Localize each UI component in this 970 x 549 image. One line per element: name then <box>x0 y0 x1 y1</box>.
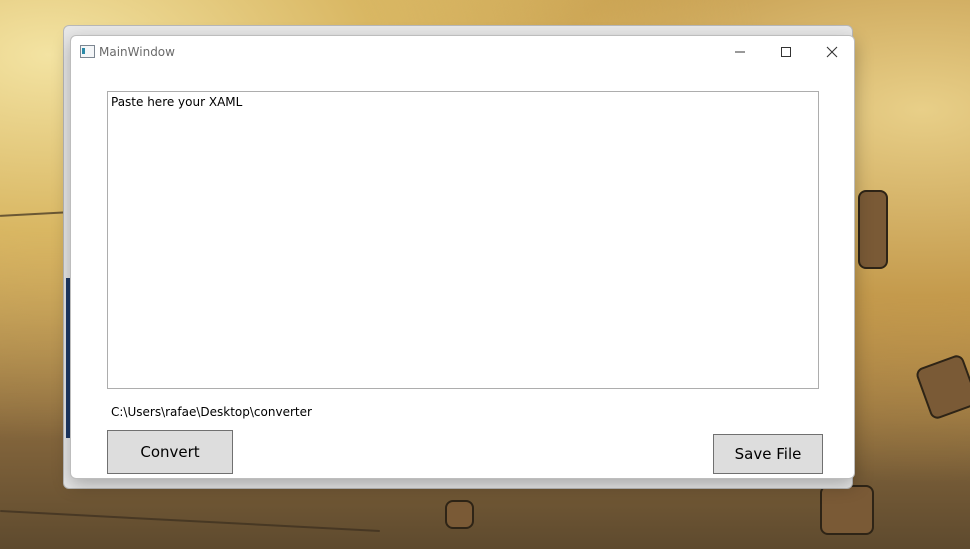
title-bar[interactable]: MainWindow <box>71 36 854 68</box>
output-path-label: C:\Users\rafae\Desktop\converter <box>111 405 312 419</box>
background-rock-bottom <box>820 485 874 535</box>
main-window: MainWindow Paste here your XAML C:\Users… <box>70 35 855 479</box>
background-wire-bottom <box>0 510 380 532</box>
maximize-button[interactable] <box>763 36 809 68</box>
app-window-icon <box>80 45 95 58</box>
save-file-button[interactable]: Save File <box>713 434 823 474</box>
window-title: MainWindow <box>99 45 175 59</box>
minimize-icon <box>735 51 745 53</box>
minimize-button[interactable] <box>717 36 763 68</box>
convert-button[interactable]: Convert <box>107 430 233 474</box>
close-button[interactable] <box>809 36 855 68</box>
xaml-input[interactable]: Paste here your XAML <box>107 91 819 389</box>
background-wire-left <box>0 211 71 217</box>
background-rock-right <box>858 190 888 269</box>
background-rock-bottom-small <box>445 500 474 529</box>
close-icon <box>826 46 838 58</box>
maximize-icon <box>781 47 791 57</box>
background-rock-right-lower <box>914 353 970 421</box>
